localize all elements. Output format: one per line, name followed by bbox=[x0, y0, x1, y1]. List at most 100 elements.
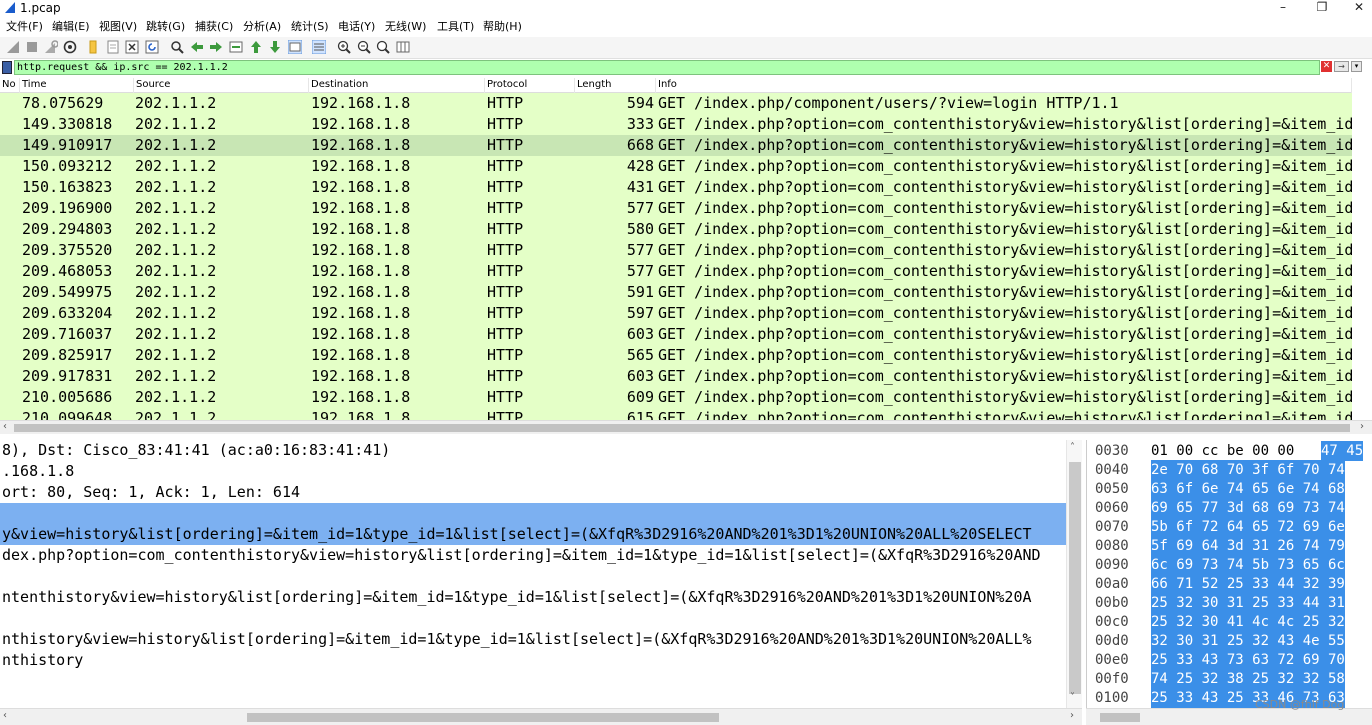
hex-row[interactable]: 0030 01 00 cc be 00 00 47 45 bbox=[1087, 441, 1372, 461]
colorize-icon[interactable] bbox=[312, 40, 326, 54]
packet-row[interactable]: 210.099648 202.1.1.2 192.168.1.8 HTTP 615 GET… bbox=[0, 408, 1352, 420]
restart-capture-icon[interactable] bbox=[44, 40, 58, 54]
capture-options-icon[interactable] bbox=[63, 40, 77, 54]
hex-row[interactable]: 00e0 25 33 43 73 63 72 69 70 bbox=[1087, 650, 1372, 670]
hex-row[interactable]: 00d0 32 30 31 25 32 43 4e 55 bbox=[1087, 631, 1372, 651]
hex-row[interactable]: 0070 5b 6f 72 64 65 72 69 6e bbox=[1087, 517, 1372, 537]
menu-go[interactable]: 跳转(G) bbox=[146, 20, 185, 34]
normal-size-icon[interactable] bbox=[376, 40, 390, 54]
packet-row[interactable]: 149.330818 202.1.1.2 192.168.1.8 HTTP 333 GET… bbox=[0, 114, 1352, 135]
packet-row[interactable]: 209.375520 202.1.1.2 192.168.1.8 HTTP 577 GET… bbox=[0, 240, 1352, 261]
filter-history-dropdown-icon[interactable]: ▾ bbox=[1351, 61, 1362, 72]
zoom-out-icon[interactable] bbox=[357, 40, 371, 54]
packet-row[interactable]: 209.196900 202.1.1.2 192.168.1.8 HTTP 577 GET… bbox=[0, 198, 1352, 219]
reload-file-icon[interactable] bbox=[145, 40, 159, 54]
hex-row[interactable]: 00b0 25 32 30 31 25 33 44 31 bbox=[1087, 593, 1372, 613]
maximize-button[interactable]: ❐ bbox=[1307, 0, 1337, 17]
packet-row[interactable]: 209.468053 202.1.1.2 192.168.1.8 HTTP 577 GET… bbox=[0, 261, 1352, 282]
hex-row[interactable]: 00f0 74 25 32 38 25 32 32 58 bbox=[1087, 669, 1372, 689]
scroll-left-icon[interactable]: ‹ bbox=[3, 421, 7, 432]
column-header-destination[interactable]: Destination bbox=[309, 78, 485, 93]
hex-row[interactable]: 0090 6c 69 73 74 5b 73 65 6c bbox=[1087, 555, 1372, 575]
start-capture-icon[interactable] bbox=[6, 40, 20, 54]
scroll-left-icon[interactable]: ‹ bbox=[3, 710, 7, 721]
close-button[interactable]: ✕ bbox=[1344, 0, 1372, 17]
menu-help[interactable]: 帮助(H) bbox=[483, 20, 522, 34]
packet-row[interactable]: 209.294803 202.1.1.2 192.168.1.8 HTTP 580 GET… bbox=[0, 219, 1352, 240]
hex-row[interactable]: 00a0 66 71 52 25 33 44 32 39 bbox=[1087, 574, 1372, 594]
hex-row[interactable]: 0050 63 6f 6e 74 65 6e 74 68 bbox=[1087, 479, 1372, 499]
menu-capture[interactable]: 捕获(C) bbox=[195, 20, 233, 34]
detail-tree-item[interactable]: .168.1.8 bbox=[2, 461, 74, 482]
packet-list[interactable]: No Time Source Destination Protocol Leng… bbox=[0, 76, 1352, 420]
hex-row[interactable]: 00c0 25 32 30 41 4c 4c 25 32 bbox=[1087, 612, 1372, 632]
scroll-right-icon[interactable]: › bbox=[1360, 421, 1364, 432]
detail-tree-item[interactable]: ort: 80, Seq: 1, Ack: 1, Len: 614 bbox=[2, 482, 300, 503]
packet-details-pane[interactable]: 8), Dst: Cisco_83:41:41 (ac:a0:16:83:41:… bbox=[0, 440, 1066, 708]
scrollbar-thumb[interactable] bbox=[14, 424, 1350, 432]
save-file-icon[interactable] bbox=[106, 40, 120, 54]
scroll-up-icon[interactable]: ˄ bbox=[1070, 442, 1075, 453]
menu-statistics[interactable]: 统计(S) bbox=[291, 20, 329, 34]
column-header-no[interactable]: No bbox=[0, 78, 20, 93]
scrollbar-thumb[interactable] bbox=[247, 713, 719, 722]
column-header-length[interactable]: Length bbox=[575, 78, 656, 93]
menu-file[interactable]: 文件(F) bbox=[6, 20, 43, 34]
packet-row[interactable]: 209.633204 202.1.1.2 192.168.1.8 HTTP 597 GET… bbox=[0, 303, 1352, 324]
display-filter-input[interactable]: http.request && ip.src == 202.1.1.2 bbox=[14, 60, 1320, 75]
packet-list-vertical-scrollbar[interactable] bbox=[1352, 76, 1372, 420]
packet-row[interactable]: 209.549975 202.1.1.2 192.168.1.8 HTTP 591 GET… bbox=[0, 282, 1352, 303]
go-first-icon[interactable] bbox=[249, 40, 263, 54]
packet-bytes-pane[interactable]: 0030 01 00 cc be 00 00 47 45 0040 2e 70 68 … bbox=[1086, 440, 1372, 708]
bookmark-icon[interactable] bbox=[2, 61, 12, 74]
scrollbar-thumb[interactable] bbox=[1069, 462, 1081, 694]
detail-tree-item[interactable]: y&view=history&list[ordering]=&item_id=1… bbox=[2, 524, 1032, 545]
packet-row[interactable]: 209.716037 202.1.1.2 192.168.1.8 HTTP 603 GET… bbox=[0, 324, 1352, 345]
find-packet-icon[interactable] bbox=[170, 40, 184, 54]
packet-row[interactable]: 150.163823 202.1.1.2 192.168.1.8 HTTP 431 GET… bbox=[0, 177, 1352, 198]
scroll-down-icon[interactable]: ˅ bbox=[1070, 692, 1075, 703]
clear-filter-icon[interactable]: ✕ bbox=[1321, 61, 1332, 72]
column-header-source[interactable]: Source bbox=[134, 78, 309, 93]
packet-row[interactable]: 209.917831 202.1.1.2 192.168.1.8 HTTP 603 GET… bbox=[0, 366, 1352, 387]
hex-row[interactable]: 0080 5f 69 64 3d 31 26 74 79 bbox=[1087, 536, 1372, 556]
column-header-info[interactable]: Info bbox=[656, 78, 1352, 93]
details-vertical-scrollbar[interactable]: ˄ ˅ bbox=[1066, 440, 1082, 708]
column-header-time[interactable]: Time bbox=[20, 78, 134, 93]
packet-row[interactable]: 209.825917 202.1.1.2 192.168.1.8 HTTP 565 GET… bbox=[0, 345, 1352, 366]
packet-row[interactable]: 150.093212 202.1.1.2 192.168.1.8 HTTP 428 GET… bbox=[0, 156, 1352, 177]
go-back-icon[interactable] bbox=[190, 40, 204, 54]
detail-tree-item[interactable]: ntenthistory&view=history&list[ordering]… bbox=[2, 587, 1032, 608]
packet-list-horizontal-scrollbar[interactable]: ‹ › bbox=[0, 420, 1372, 434]
menu-analyze[interactable]: 分析(A) bbox=[243, 20, 281, 34]
detail-tree-item[interactable]: 8), Dst: Cisco_83:41:41 (ac:a0:16:83:41:… bbox=[2, 440, 390, 461]
packet-row[interactable]: 210.005686 202.1.1.2 192.168.1.8 HTTP 609 GET… bbox=[0, 387, 1352, 408]
detail-tree-item[interactable]: nthistory&view=history&list[ordering]=&i… bbox=[2, 629, 1032, 650]
menu-tools[interactable]: 工具(T) bbox=[437, 20, 474, 34]
column-header-protocol[interactable]: Protocol bbox=[485, 78, 575, 93]
menu-edit[interactable]: 编辑(E) bbox=[52, 20, 90, 34]
scroll-right-icon[interactable]: › bbox=[1070, 710, 1074, 721]
packet-row[interactable]: 149.910917 202.1.1.2 192.168.1.8 HTTP 668 GET… bbox=[0, 135, 1352, 156]
apply-filter-icon[interactable]: → bbox=[1334, 61, 1349, 72]
details-horizontal-scrollbar[interactable]: ‹ › bbox=[0, 708, 1082, 725]
menu-view[interactable]: 视图(V) bbox=[99, 20, 137, 34]
zoom-in-icon[interactable] bbox=[337, 40, 351, 54]
detail-tree-item[interactable]: nthistory bbox=[2, 650, 83, 671]
resize-columns-icon[interactable] bbox=[396, 40, 410, 54]
close-file-icon[interactable] bbox=[125, 40, 139, 54]
hex-row[interactable]: 0060 69 65 77 3d 68 69 73 74 bbox=[1087, 498, 1372, 518]
go-to-packet-icon[interactable] bbox=[229, 40, 243, 54]
hex-row[interactable]: 0040 2e 70 68 70 3f 6f 70 74 bbox=[1087, 460, 1372, 480]
go-forward-icon[interactable] bbox=[209, 40, 223, 54]
minimize-button[interactable]: – bbox=[1268, 0, 1298, 17]
go-last-icon[interactable] bbox=[268, 40, 282, 54]
menu-telephony[interactable]: 电话(Y) bbox=[338, 20, 375, 34]
scrollbar-thumb[interactable] bbox=[1100, 713, 1140, 722]
menu-wireless[interactable]: 无线(W) bbox=[385, 20, 426, 34]
stop-capture-icon[interactable] bbox=[25, 40, 39, 54]
auto-scroll-icon[interactable] bbox=[288, 40, 302, 54]
packet-row[interactable]: 78.075629 202.1.1.2 192.168.1.8 HTTP 594 GET … bbox=[0, 93, 1352, 114]
detail-tree-item[interactable]: dex.php?option=com_contenthistory&view=h… bbox=[2, 545, 1041, 566]
open-file-icon[interactable] bbox=[86, 40, 100, 54]
